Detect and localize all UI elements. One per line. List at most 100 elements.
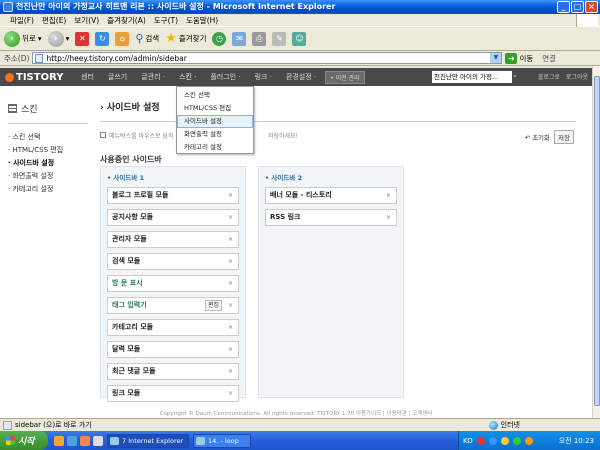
old-admin-button[interactable]: • 이전 관리 (325, 70, 365, 84)
module-item[interactable]: 최근 댓글 모듈 × (107, 363, 239, 380)
refresh-icon[interactable]: ↻ (95, 31, 110, 46)
ie-icon[interactable] (67, 435, 77, 446)
menu-view[interactable]: 보기(V) (74, 15, 99, 26)
menu-favorites[interactable]: 즐겨찾기(A) (107, 15, 146, 26)
sidebar-2-column: • 사이드바 2 배너 모듈 - 티스토리 × RSS 링크 × (258, 166, 404, 398)
remove-icon[interactable]: × (228, 342, 233, 357)
tistory-logo[interactable]: TISTORY (0, 72, 74, 83)
tray-icon[interactable] (524, 436, 533, 445)
vertical-scrollbar[interactable] (592, 66, 600, 418)
menu-tools[interactable]: 도구(T) (154, 15, 178, 26)
module-item[interactable]: 방 문 표시 × (107, 275, 239, 292)
module-item[interactable]: 달력 모듈 × (107, 341, 239, 358)
left-item-html-css[interactable]: · HTML/CSS 편집 (8, 145, 88, 155)
nav-skin[interactable]: 스킨 · (172, 72, 203, 82)
print-icon[interactable]: ⎙ (252, 31, 267, 46)
chevron-down-icon[interactable]: ⌄ (512, 71, 521, 83)
actions: ↶ 초기화 저장 (525, 130, 574, 144)
dropdown-item-sidebar[interactable]: 사이드바 설정 (177, 115, 253, 128)
close-button[interactable]: × (585, 1, 598, 13)
tistory-nav: TISTORY 센터 글쓰기 글관리 · 스킨 · 플러그인 · 링크 · 환경… (0, 68, 592, 86)
menu-edit[interactable]: 편집(E) (42, 15, 66, 26)
edit-icon[interactable]: ✎ (272, 31, 287, 46)
module-item[interactable]: 블로그 프로필 모듈 × (107, 187, 239, 204)
address-input[interactable]: http://heey.tistory.com/admin/sidebar ▼ (32, 52, 503, 64)
links-button[interactable]: 연결 (542, 53, 556, 64)
notice-checkbox[interactable] (100, 132, 106, 138)
quicklaunch-icon[interactable] (80, 435, 90, 446)
left-item-skin-select[interactable]: · 스킨 선택 (8, 132, 88, 142)
minimize-button[interactable]: _ (557, 1, 570, 13)
home-icon[interactable]: ⌂ (115, 31, 130, 46)
forward-button[interactable]: › ▾ (47, 30, 69, 47)
taskbar-item-ie[interactable]: 7 Internet Explorer (107, 433, 189, 448)
nav-center[interactable]: 센터 (74, 72, 101, 82)
tray-icon[interactable] (488, 436, 497, 445)
nav-write[interactable]: 글쓰기 (101, 72, 134, 82)
security-zone: 인터넷 (488, 419, 520, 431)
back-arrow-icon: ‹ (4, 30, 20, 47)
remove-icon[interactable]: × (228, 298, 233, 313)
left-item-category[interactable]: · 카테고리 설정 (8, 184, 88, 194)
module-item[interactable]: 태그 입력기 편집 × (107, 297, 239, 314)
messenger-icon[interactable]: ☺ (292, 31, 307, 46)
remove-icon[interactable]: × (228, 232, 233, 247)
module-item[interactable]: 공지사항 모듈 × (107, 209, 239, 226)
tray-icon[interactable] (512, 436, 521, 445)
logout-link[interactable]: 로그아웃 (566, 72, 588, 81)
go-button[interactable]: ➜ 이동 (505, 52, 533, 64)
mail-icon[interactable]: ✉ (232, 31, 247, 46)
left-item-sidebar[interactable]: · 사이드바 설정 (8, 158, 88, 168)
blog-link[interactable]: 블로그로 (538, 72, 560, 81)
maximize-button[interactable]: □ (571, 1, 584, 13)
menu-file[interactable]: 파일(F) (10, 15, 34, 26)
remove-icon[interactable]: × (228, 364, 233, 379)
language-indicator[interactable]: KO (463, 437, 473, 445)
tray-icon[interactable] (500, 436, 509, 445)
dropdown-item-display[interactable]: 화면출력 설정 (177, 128, 253, 141)
quicklaunch-icon[interactable] (54, 435, 64, 446)
edit-button[interactable]: 편집 (204, 300, 222, 311)
remove-icon[interactable]: × (228, 210, 233, 225)
taskbar-item-loop[interactable]: 14. - loop (193, 433, 251, 448)
dropdown-item-category[interactable]: 카테고리 설정 (177, 141, 253, 154)
remove-icon[interactable]: × (386, 188, 391, 203)
system-tray: KO 오전 10:23 (458, 431, 600, 450)
nav-links[interactable]: 링크 · (248, 72, 279, 82)
remove-icon[interactable]: × (228, 254, 233, 269)
remove-icon[interactable]: × (228, 276, 233, 291)
left-item-display[interactable]: · 화면출력 설정 (8, 171, 88, 181)
module-item[interactable]: 검색 모듈 × (107, 253, 239, 270)
dropdown-item-skin-select[interactable]: 스킨 선택 (177, 89, 253, 102)
save-button[interactable]: 저장 (554, 130, 574, 144)
blog-select[interactable]: 천진난만 아이의 가정... (432, 71, 512, 83)
module-item[interactable]: 관리자 모듈 × (107, 231, 239, 248)
module-item[interactable]: 배너 모듈 - 티스토리 × (265, 187, 397, 204)
dropdown-item-html-css[interactable]: HTML/CSS 편집 (177, 102, 253, 115)
nav-settings[interactable]: 환경설정 · (279, 72, 323, 82)
nav-plugins[interactable]: 플러그인 · (203, 72, 247, 82)
search-button[interactable]: ⚲ 검색 (135, 32, 159, 45)
scrollbar-thumb[interactable] (594, 76, 600, 406)
nav-posts[interactable]: 글관리 · (134, 72, 172, 82)
module-item[interactable]: RSS 링크 × (265, 209, 397, 226)
globe-icon (488, 420, 498, 430)
address-dropdown-icon[interactable]: ▼ (490, 53, 502, 63)
stop-icon[interactable]: ✕ (75, 31, 90, 46)
remove-icon[interactable]: × (228, 188, 233, 203)
remove-icon[interactable]: × (228, 386, 233, 401)
page-title: › 사이드바 설정 (100, 100, 576, 122)
module-item[interactable]: 링크 모듈 × (107, 385, 239, 402)
start-button[interactable]: 시작 (0, 431, 48, 450)
reset-button[interactable]: ↶ 초기화 (525, 132, 550, 142)
remove-icon[interactable]: × (386, 210, 391, 225)
quicklaunch-icon[interactable] (93, 435, 103, 446)
sidebar-1-title: • 사이드바 1 (107, 174, 145, 182)
remove-icon[interactable]: × (228, 320, 233, 335)
module-item[interactable]: 카테고리 모듈 × (107, 319, 239, 336)
back-button[interactable]: ‹ 뒤로 ▾ (4, 30, 42, 47)
tray-icon[interactable] (476, 436, 485, 445)
history-icon[interactable]: ◷ (212, 31, 227, 46)
favorites-button[interactable]: ★ 즐겨찾기 (165, 31, 206, 46)
menu-help[interactable]: 도움말(H) (186, 15, 218, 26)
